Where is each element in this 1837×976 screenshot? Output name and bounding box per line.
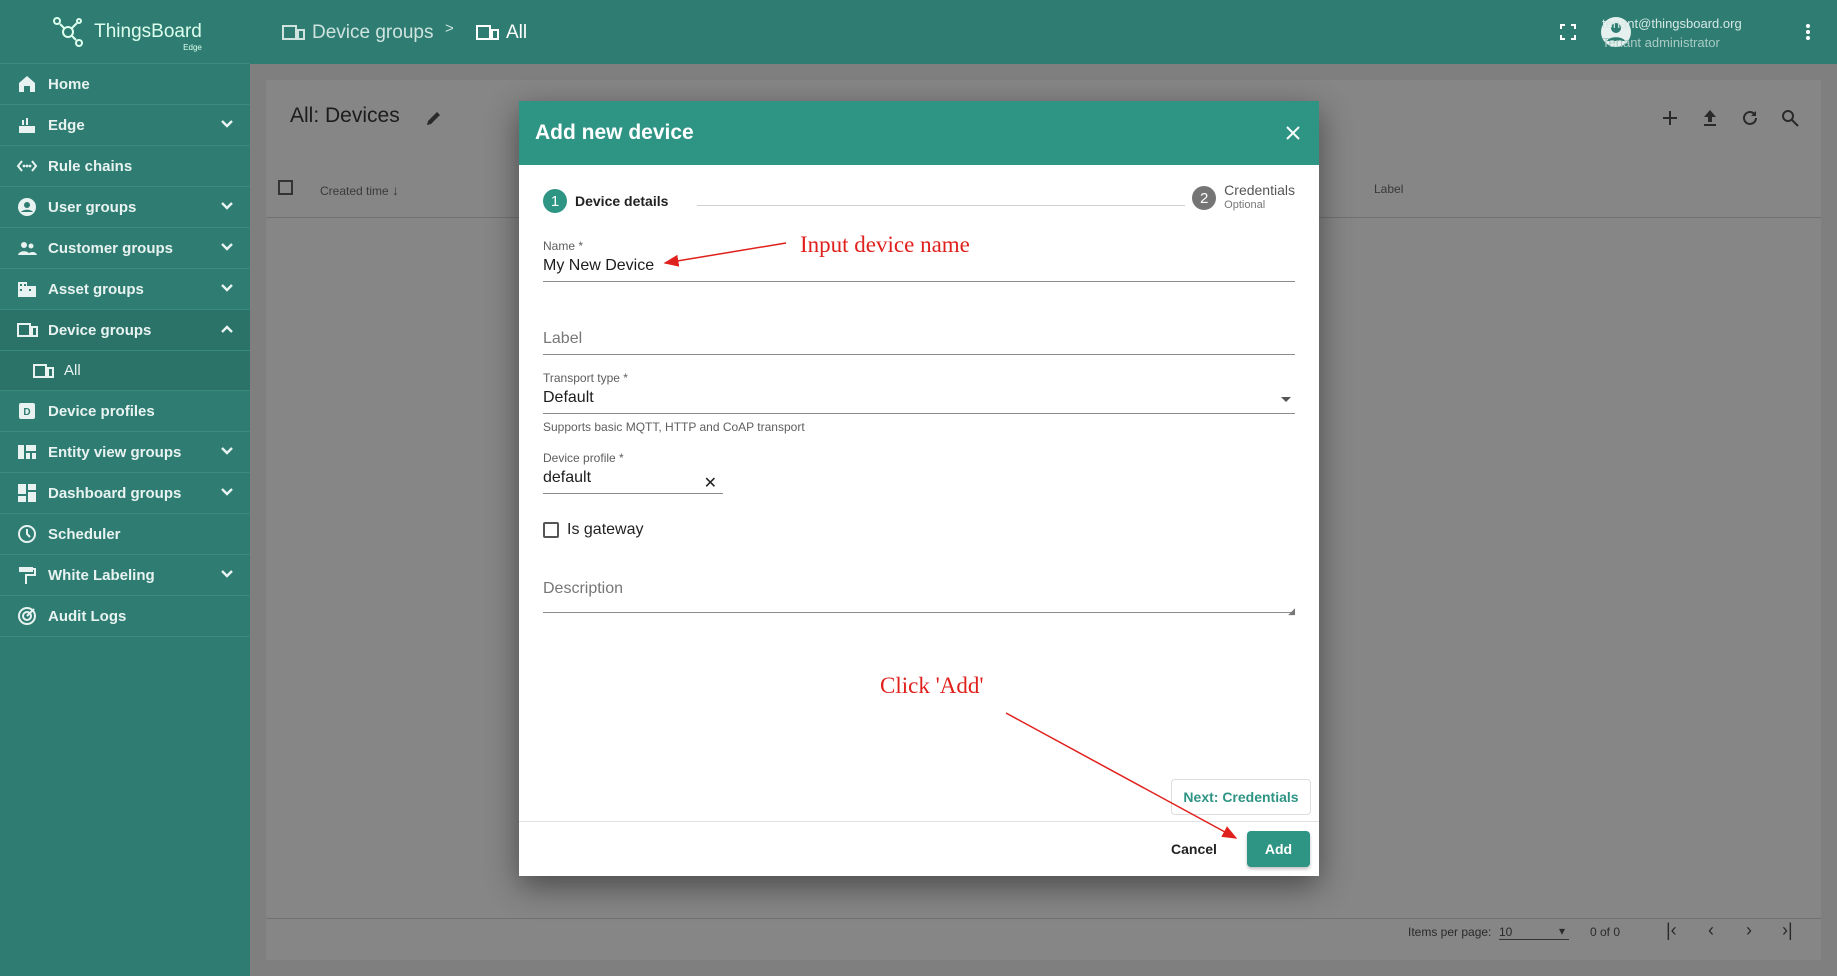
arrow-to-name [663,242,787,267]
annotation-arrows [663,242,1238,839]
arrow-to-add [1005,712,1238,839]
